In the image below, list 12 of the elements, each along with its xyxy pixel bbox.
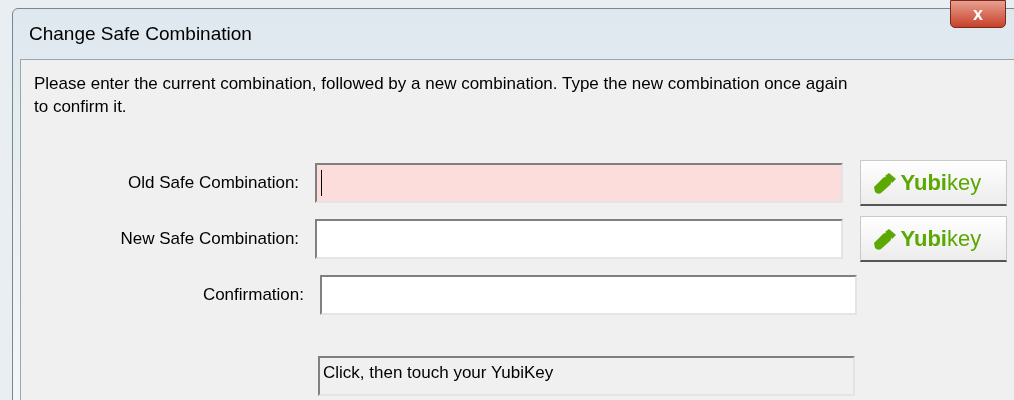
status-box: Click, then touch your YubiKey [318,356,855,396]
combination-field[interactable] [320,275,857,315]
instructions-text: Please enter the current combination, followed by a new combination. Type the new combination once again to confirm it. [34,73,849,118]
window-title: Change Safe Combination [29,21,252,46]
combination-field[interactable] [315,219,843,259]
combination-field[interactable] [315,163,843,203]
yubikey-button[interactable]: Yubikey [859,216,1007,262]
field-label: Confirmation: [201,284,304,307]
field-label: Old Safe Combination: [127,172,300,195]
close-button[interactable]: x [950,0,1006,28]
field-label: New Safe Combination: [119,228,300,251]
yubikey-button[interactable]: Yubikey [859,160,1007,206]
